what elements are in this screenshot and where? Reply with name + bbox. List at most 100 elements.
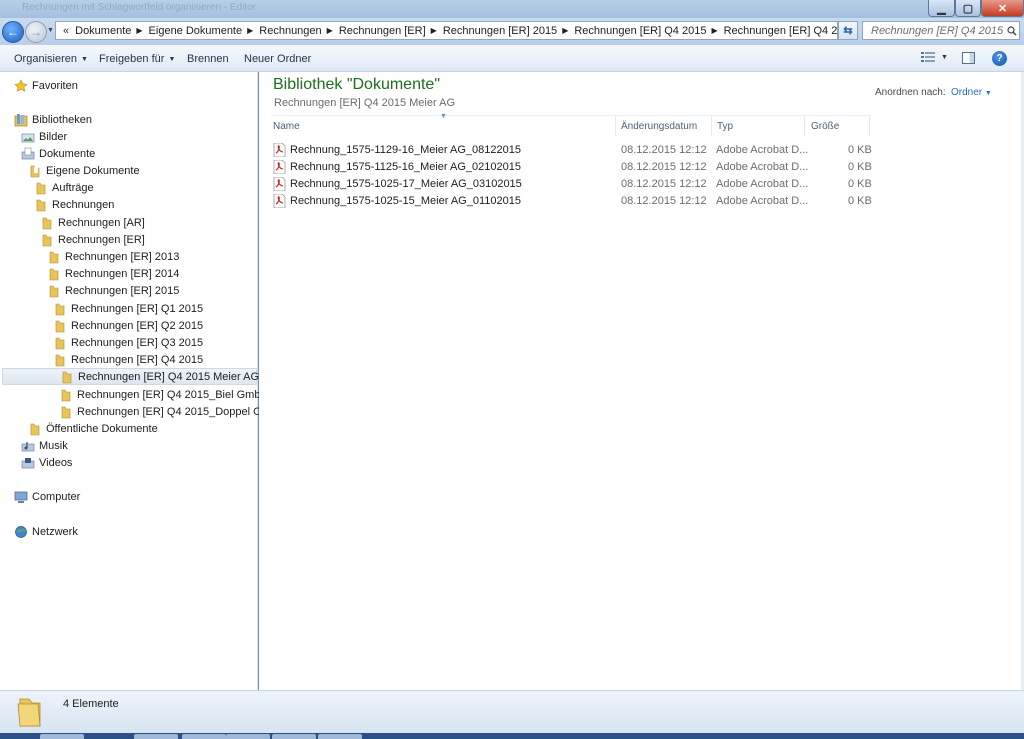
file-type: Adobe Acrobat D... (716, 161, 809, 173)
tree-folder[interactable]: Rechnungen [ER] Q2 2015 (53, 317, 203, 334)
pdf-file-icon (273, 160, 286, 174)
taskbar-button[interactable] (182, 734, 226, 739)
tree-folder[interactable]: Rechnungen [ER] 2014 (47, 265, 179, 282)
breadcrumb-item[interactable]: Rechnungen [ER] ▶ (339, 25, 443, 37)
file-row[interactable]: Rechnung_1575-1025-15_Meier AG_01102015 … (273, 193, 873, 210)
nav-label: Eigene Dokumente (46, 164, 140, 177)
organize-label: Organisieren (14, 53, 77, 65)
share-button[interactable]: Freigeben für ▼ (99, 53, 175, 65)
taskbar-button[interactable] (40, 734, 84, 739)
file-date: 08.12.2015 12:12 (621, 161, 707, 173)
computer-icon (14, 490, 28, 504)
folder-icon (53, 336, 67, 350)
breadcrumb-item[interactable]: Rechnungen [ER] 2015 ▶ (443, 25, 575, 37)
folder-icon (40, 233, 54, 247)
burn-button[interactable]: Brennen (187, 53, 229, 65)
breadcrumb-label[interactable]: Rechnungen [ER] (339, 25, 426, 37)
breadcrumb-label[interactable]: Rechnungen (259, 25, 321, 37)
tree-folder[interactable]: Rechnungen [ER] (40, 231, 145, 248)
help-icon[interactable]: ? (992, 51, 1007, 66)
refresh-button[interactable]: ⇆ (838, 21, 858, 40)
history-dropdown-icon[interactable]: ▼ (47, 27, 54, 34)
search-icon[interactable] (1005, 25, 1019, 36)
tree-folder[interactable]: Rechnungen [ER] Q4 2015 (53, 351, 203, 368)
tree-label: Rechnungen (52, 198, 115, 211)
column-header-name[interactable]: Name (273, 121, 300, 132)
title-bar[interactable]: Rechnungen mit Schlagwortfeld organisier… (0, 0, 1024, 18)
chevron-right-icon[interactable]: ▶ (136, 26, 142, 35)
network-icon (14, 525, 28, 539)
breadcrumb-item[interactable]: Eigene Dokumente ▶ (149, 25, 260, 37)
minimize-button[interactable]: ▁ (928, 0, 955, 17)
taskbar-button[interactable] (134, 734, 178, 739)
breadcrumb-label[interactable]: Eigene Dokumente (149, 25, 243, 37)
column-header-date[interactable]: Änderungsdatum (621, 121, 697, 132)
chevron-right-icon[interactable]: ▶ (247, 26, 253, 35)
nav-item-public-documents[interactable]: Öffentliche Dokumente (28, 420, 158, 437)
breadcrumb-item[interactable]: Rechnungen ▶ (259, 25, 339, 37)
maximize-button[interactable]: ▢ (955, 0, 981, 17)
view-dropdown-icon[interactable]: ▼ (941, 54, 948, 61)
chevron-right-icon[interactable]: ▶ (562, 26, 568, 35)
column-divider[interactable] (804, 116, 805, 136)
column-header-size[interactable]: Größe (811, 121, 839, 132)
tree-folder[interactable]: Rechnungen (34, 196, 114, 213)
chevron-right-icon[interactable]: ▶ (431, 26, 437, 35)
tree-folder[interactable]: Rechnungen [ER] Q4 2015_Doppel OHG (59, 403, 278, 420)
column-header-type[interactable]: Typ (717, 121, 733, 132)
search-input[interactable]: Rechnungen [ER] Q4 2015 Mei... (862, 21, 1020, 40)
nav-item-music[interactable]: Musik (21, 437, 68, 454)
nav-item-pictures[interactable]: Bilder (21, 128, 67, 145)
pdf-file-icon (273, 177, 286, 191)
tree-folder[interactable]: Aufträge (34, 179, 94, 196)
tree-folder[interactable]: Rechnungen [ER] Q3 2015 (53, 334, 203, 351)
nav-item-documents[interactable]: Dokumente (21, 145, 95, 162)
tree-folder[interactable]: Rechnungen [ER] Q1 2015 (53, 300, 203, 317)
arrange-by-dropdown[interactable]: Ordner ▼ (951, 87, 992, 98)
file-row[interactable]: Rechnung_1575-1025-17_Meier AG_03102015 … (273, 176, 873, 193)
forward-button[interactable]: → (25, 21, 47, 43)
tree-folder[interactable]: Rechnungen [AR] (40, 214, 145, 231)
tree-folder[interactable]: Rechnungen [ER] 2015 (47, 282, 179, 299)
nav-item-network[interactable]: Netzwerk (14, 523, 78, 540)
file-row[interactable]: Rechnung_1575-1125-16_Meier AG_02102015 … (273, 159, 873, 176)
file-row[interactable]: Rechnung_1575-1129-16_Meier AG_08122015 … (273, 142, 873, 159)
pdf-file-icon (273, 194, 286, 208)
view-options-icon[interactable] (921, 52, 935, 63)
nav-item-videos[interactable]: Videos (21, 454, 72, 471)
tree-folder-selected[interactable]: Rechnungen [ER] Q4 2015 Meier AG (2, 368, 259, 385)
column-divider[interactable] (711, 116, 712, 136)
breadcrumb-overflow-icon[interactable]: « (63, 25, 69, 37)
preview-pane-icon[interactable] (962, 52, 975, 64)
chevron-right-icon[interactable]: ▶ (711, 26, 717, 35)
nav-item-libraries[interactable]: Bibliotheken (14, 111, 92, 128)
file-date: 08.12.2015 12:12 (621, 195, 707, 207)
taskbar-button[interactable] (272, 734, 316, 739)
address-bar[interactable]: « Dokumente ▶ Eigene Dokumente ▶ Rechnunge… (55, 21, 838, 40)
chevron-right-icon[interactable]: ▶ (327, 26, 333, 35)
file-name: Rechnung_1575-1125-16_Meier AG_02102015 (290, 161, 521, 173)
nav-item-my-documents[interactable]: Eigene Dokumente (28, 162, 140, 179)
breadcrumb-item[interactable]: Dokumente ▶ (75, 25, 148, 37)
tree-folder[interactable]: Rechnungen [ER] 2013 (47, 248, 179, 265)
breadcrumb-label[interactable]: Rechnungen [ER] 2015 (443, 25, 557, 37)
nav-item-computer[interactable]: Computer (14, 488, 80, 505)
file-name: Rechnung_1575-1129-16_Meier AG_08122015 (290, 144, 521, 156)
tree-label: Rechnungen [AR] (58, 216, 145, 229)
close-button[interactable]: ✕ (981, 0, 1024, 17)
taskbar-button[interactable] (318, 734, 362, 739)
breadcrumb-label[interactable]: Rechnungen [ER] Q4 2015 (574, 25, 706, 37)
new-folder-button[interactable]: Neuer Ordner (244, 53, 311, 65)
column-divider[interactable] (869, 116, 870, 136)
back-button[interactable]: ← (2, 21, 24, 43)
breadcrumb-item[interactable]: Rechnungen [ER] Q4 2015 ▶ (574, 25, 723, 37)
tree-folder[interactable]: Rechnungen [ER] Q4 2015_Biel GmbH (59, 386, 268, 403)
taskbar-button[interactable] (226, 734, 270, 739)
breadcrumb-label[interactable]: Rechnungen [ER] Q4 2015 Meier AG (724, 25, 837, 37)
breadcrumb-label[interactable]: Dokumente (75, 25, 131, 37)
navigation-pane: Favoriten Bibliotheken Bilder Dokumente … (0, 72, 278, 690)
organize-button[interactable]: Organisieren ▼ (14, 53, 88, 65)
nav-item-favorites[interactable]: Favoriten (14, 77, 78, 94)
breadcrumb-item[interactable]: Rechnungen [ER] Q4 2015 Meier AG (724, 25, 837, 37)
column-divider[interactable] (615, 116, 616, 136)
